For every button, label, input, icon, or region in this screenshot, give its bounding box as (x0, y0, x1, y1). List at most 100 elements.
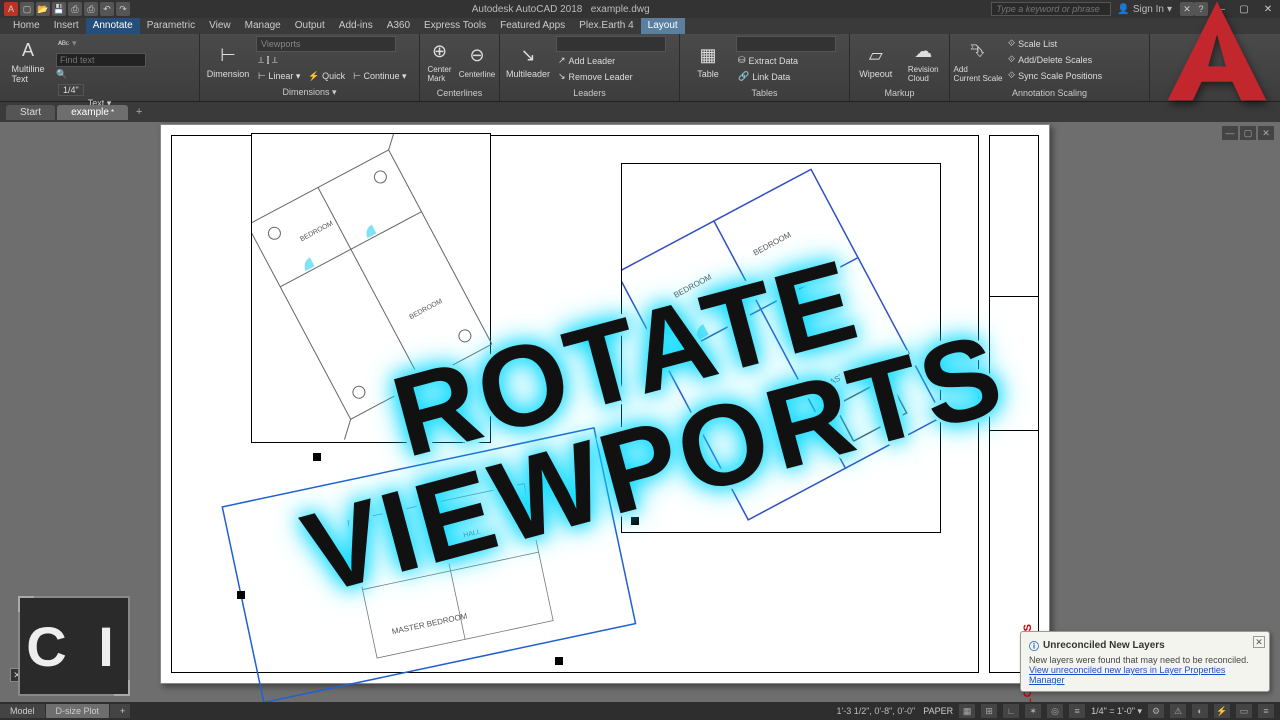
plot-icon[interactable]: ⎙ (84, 2, 98, 16)
dim-layer-combo[interactable]: Viewports (256, 36, 396, 52)
dimension-icon: ⊢ (214, 43, 242, 67)
svg-text:MASTER BEDROOM: MASTER BEDROOM (391, 611, 468, 636)
extract-data-button[interactable]: ⛁ Extract Data (736, 53, 836, 68)
layout-tab[interactable]: D-size Plot (46, 704, 110, 718)
table-button[interactable]: ▦Table (684, 36, 732, 86)
vp-close-icon[interactable]: ✕ (1258, 126, 1274, 140)
scale-list-button[interactable]: ⟐ Scale List (1006, 36, 1104, 51)
start-tab[interactable]: Start (6, 105, 55, 120)
link-data-button[interactable]: 🔗 Link Data (736, 69, 836, 84)
revcloud-button[interactable]: ☁Revision Cloud (902, 36, 946, 86)
tab-home[interactable]: Home (6, 18, 47, 34)
table-style-combo[interactable] (736, 36, 836, 52)
viewport-window-controls: — ▢ ✕ (1222, 126, 1274, 140)
user-icon: 👤 (1117, 4, 1129, 15)
vp-max-icon[interactable]: ▢ (1240, 126, 1256, 140)
tab-insert[interactable]: Insert (47, 18, 86, 34)
tab-view[interactable]: View (202, 18, 238, 34)
sync-scale-button[interactable]: ⟐ Sync Scale Positions (1006, 68, 1104, 83)
anno-scale-combo[interactable]: 1/4" = 1'-0" ▾ (1091, 706, 1142, 717)
panel-tables: Tables (684, 87, 845, 99)
info-icon: ⓘ (1029, 638, 1039, 653)
coordinate-readout: 1'-3 1/2", 0'-8", 0'-0" (828, 706, 923, 716)
new-tab-button[interactable]: + (130, 104, 148, 120)
tab-addins[interactable]: Add-ins (332, 18, 380, 34)
open-icon[interactable]: 📂 (36, 2, 50, 16)
model-tab[interactable]: Model (0, 704, 45, 718)
drawing-area[interactable]: FLOOR PLANS BEDROOM BEDROOM (0, 122, 1280, 702)
minimize-button[interactable]: — (1208, 0, 1232, 18)
dimension-button[interactable]: ⊢Dimension (204, 36, 252, 86)
standard-dropdown[interactable]: ▾ (72, 38, 77, 49)
svg-text:BEDROOM: BEDROOM (408, 298, 443, 321)
centerline-button[interactable]: ⊖Centerline (459, 36, 495, 86)
channel-badge: C I (18, 596, 130, 696)
ortho-icon[interactable]: ∟ (1003, 704, 1019, 718)
balloon-body: New layers were found that may need to b… (1029, 655, 1261, 665)
hardware-accel-icon[interactable]: ⚡ (1214, 704, 1230, 718)
saveas-icon[interactable]: ⎙ (68, 2, 82, 16)
undo-icon[interactable]: ↶ (100, 2, 114, 16)
remove-leader-button[interactable]: ↘ Remove Leader (556, 69, 666, 84)
abc-icon[interactable]: ᴬᴮᶜ (58, 39, 69, 49)
multileader-button[interactable]: ↘Multileader (504, 36, 552, 86)
notification-balloon: ✕ ⓘ Unreconciled New Layers New layers w… (1020, 631, 1270, 692)
wipeout-button[interactable]: ▱Wipeout (854, 36, 898, 86)
tab-express[interactable]: Express Tools (417, 18, 493, 34)
maximize-button[interactable]: ▢ (1232, 0, 1256, 18)
keyword-search-input[interactable] (991, 2, 1111, 16)
tab-a360[interactable]: A360 (380, 18, 417, 34)
snap-icon[interactable]: ⊞ (981, 704, 997, 718)
add-layout-button[interactable]: + (110, 704, 130, 718)
anno-monitor-icon[interactable]: ⚠ (1170, 704, 1186, 718)
polar-icon[interactable]: ✶ (1025, 704, 1041, 718)
tab-manage[interactable]: Manage (238, 18, 288, 34)
add-delete-scales-button[interactable]: ⟐ Add/Delete Scales (1006, 52, 1104, 67)
customize-icon[interactable]: ≡ (1258, 704, 1274, 718)
tab-plex[interactable]: Plex.Earth 4 (572, 18, 640, 34)
sign-in-button[interactable]: 👤 Sign In ▾ (1117, 4, 1172, 15)
center-mark-button[interactable]: ⊕Center Mark (424, 36, 455, 86)
document-tab[interactable]: example* (57, 105, 128, 120)
save-icon[interactable]: 💾 (52, 2, 66, 16)
add-leader-button[interactable]: ↗ Add Leader (556, 53, 666, 68)
wipeout-icon: ▱ (862, 43, 890, 67)
paper-model-toggle[interactable]: PAPER (923, 706, 953, 716)
linear-button[interactable]: ⊢ Linear ▾ (258, 71, 300, 82)
status-bar: Model D-size Plot + 1'-3 1/2", 0'-8", 0'… (0, 702, 1280, 720)
dim-style-icons[interactable]: ⟂ ⫿ ⊥ (258, 55, 278, 66)
tab-layout[interactable]: Layout (641, 18, 685, 34)
new-icon[interactable]: ▢ (20, 2, 34, 16)
osnap-icon[interactable]: ◎ (1047, 704, 1063, 718)
panel-leaders: Leaders (504, 87, 675, 99)
balloon-link[interactable]: View unreconciled new layers in Layer Pr… (1029, 665, 1261, 685)
continue-button[interactable]: ⊢ Continue ▾ (353, 71, 406, 82)
workspace-icon[interactable]: ⚙ (1148, 704, 1164, 718)
grid-icon[interactable]: ▦ (959, 704, 975, 718)
tab-parametric[interactable]: Parametric (140, 18, 202, 34)
app-menu-icon[interactable]: A (4, 2, 18, 16)
tab-output[interactable]: Output (288, 18, 332, 34)
tab-featured[interactable]: Featured Apps (493, 18, 572, 34)
vp-min-icon[interactable]: — (1222, 126, 1238, 140)
close-button[interactable]: ✕ (1256, 0, 1280, 18)
leader-style-combo[interactable] (556, 36, 666, 52)
centerline-icon: ⊖ (463, 44, 491, 68)
cloud-icon: ☁ (909, 39, 937, 63)
balloon-close-button[interactable]: ✕ (1253, 636, 1265, 648)
qat: A ▢ 📂 💾 ⎙ ⎙ ↶ ↷ (0, 2, 130, 16)
redo-icon[interactable]: ↷ (116, 2, 130, 16)
add-current-scale-button[interactable]: ⮷Add Current Scale (954, 36, 1002, 86)
tab-annotate[interactable]: Annotate (86, 18, 140, 34)
quick-button[interactable]: ⚡ Quick (308, 71, 345, 82)
exchange-icon[interactable]: ✕ (1180, 2, 1194, 16)
center-mark-icon: ⊕ (426, 39, 454, 63)
text-height-field[interactable]: 1/4" (58, 84, 84, 96)
clean-screen-icon[interactable]: ▭ (1236, 704, 1252, 718)
mtext-button[interactable]: AMultiline Text (4, 36, 52, 86)
panel-dimensions[interactable]: Dimensions ▾ (204, 86, 415, 99)
isolate-icon[interactable]: ◐ (1192, 704, 1208, 718)
help-icon[interactable]: ? (1194, 2, 1208, 16)
lineweight-icon[interactable]: ≡ (1069, 704, 1085, 718)
find-text-input[interactable] (56, 53, 146, 67)
